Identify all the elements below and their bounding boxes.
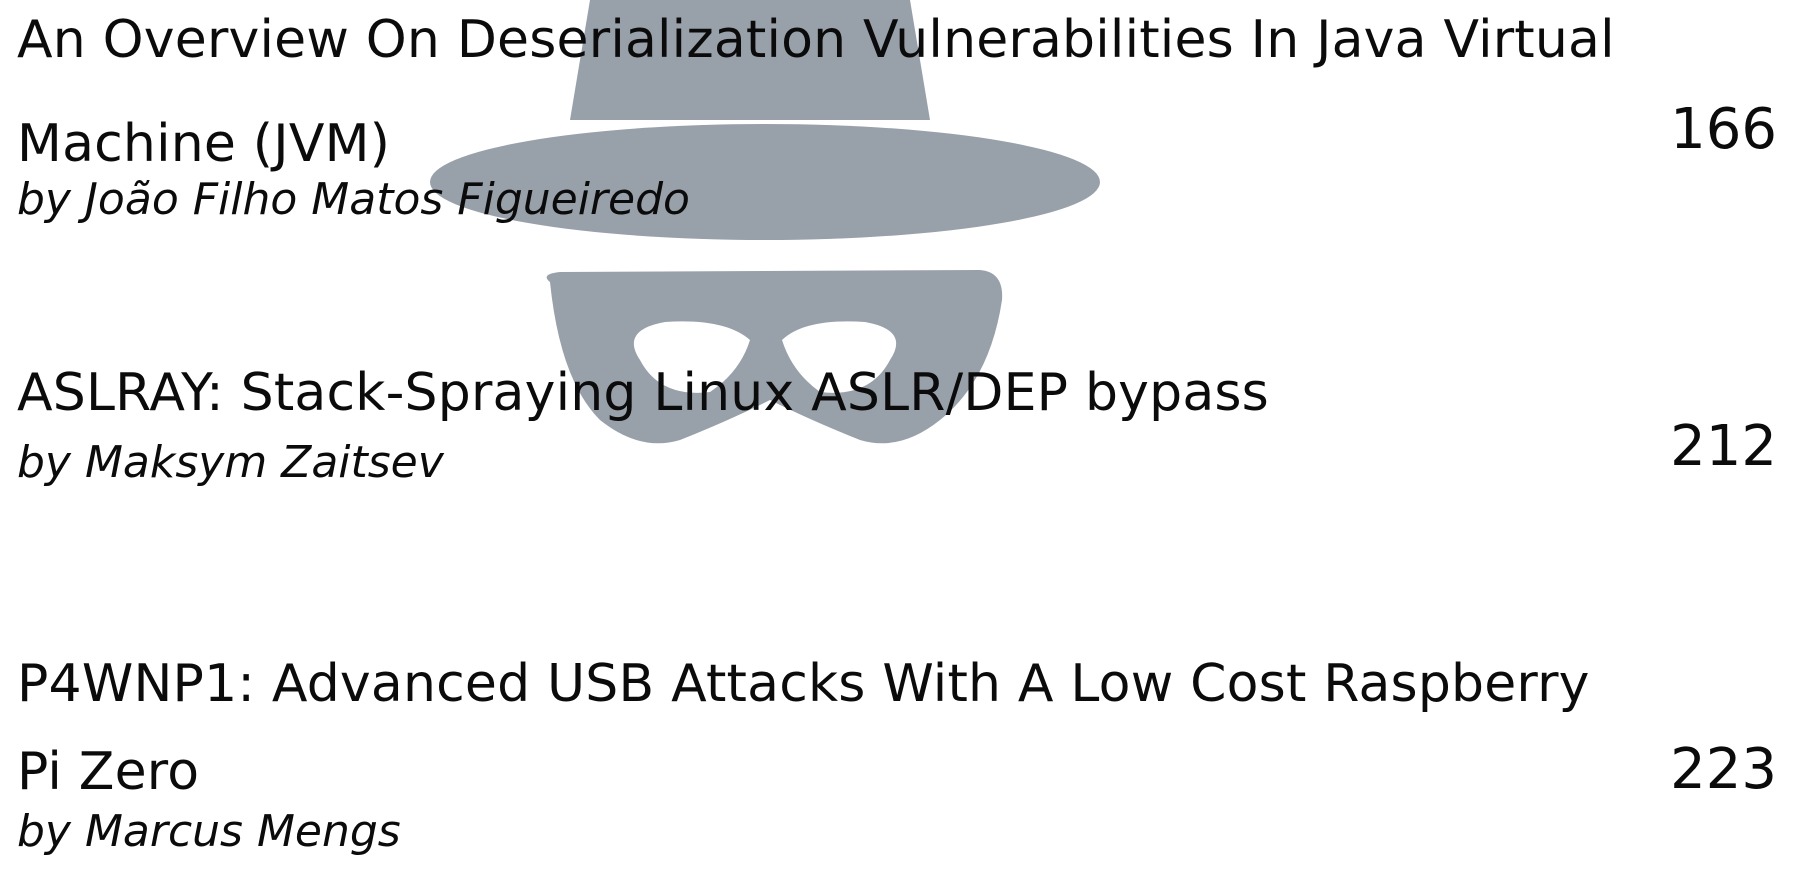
- entry-title: P4WNP1: Advanced USB Attacks With A Low …: [17, 654, 1590, 802]
- entry-page-number: 212: [1670, 414, 1777, 479]
- entry-author: by Maksym Zaitsev: [17, 437, 444, 488]
- entry-author: by Marcus Mengs: [17, 806, 401, 857]
- entry-title: ASLRAY: Stack-Spraying Linux ASLR/DEP by…: [17, 363, 1269, 423]
- entry-author: by João Filho Matos Figueiredo: [17, 174, 690, 225]
- toc-entry[interactable]: An Overview On Deserialization Vulnerabi…: [17, 0, 1777, 230]
- table-of-contents: An Overview On Deserialization Vulnerabi…: [0, 0, 1799, 885]
- toc-entry[interactable]: ASLRAY: Stack-Spraying Linux ASLR/DEP by…: [17, 353, 1777, 493]
- entry-page-number: 166: [1670, 97, 1777, 162]
- entry-page-number: 223: [1670, 737, 1777, 802]
- toc-entry[interactable]: P4WNP1: Advanced USB Attacks With A Low …: [17, 640, 1777, 862]
- entry-title: An Overview On Deserialization Vulnerabi…: [17, 10, 1615, 174]
